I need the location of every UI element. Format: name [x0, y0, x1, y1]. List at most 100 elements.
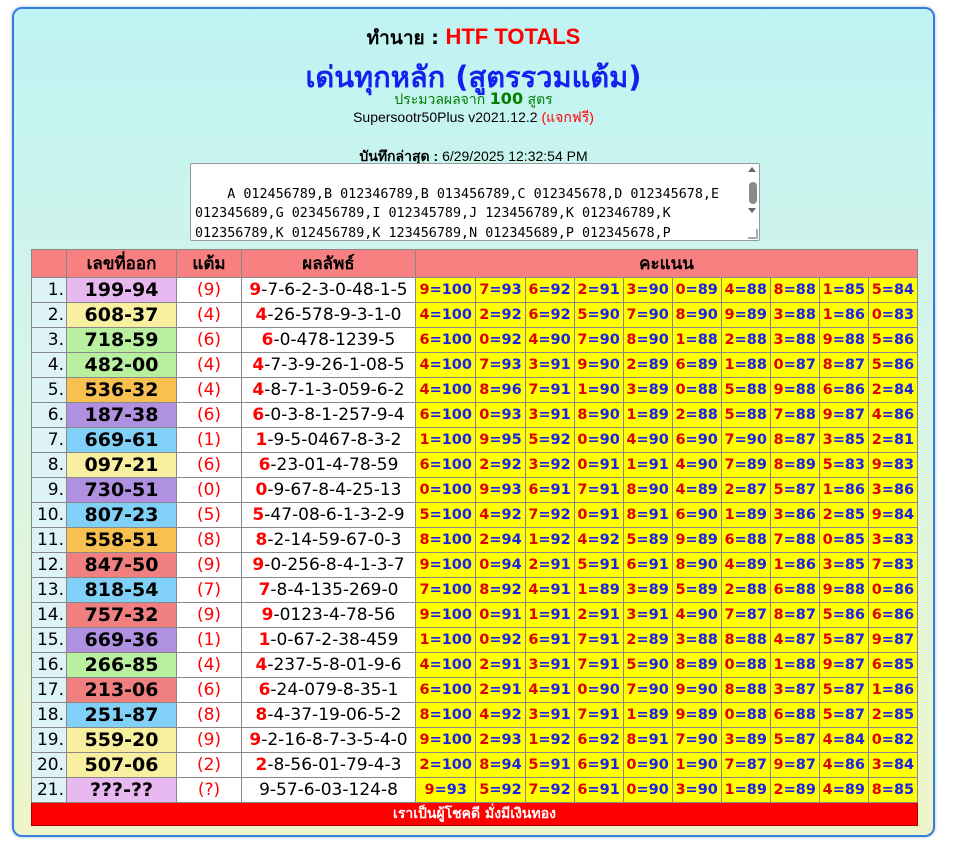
score-value: =83 [832, 457, 866, 473]
scrollbar-thumb[interactable] [749, 182, 757, 204]
score-cell: 3=86 [867, 477, 919, 503]
score-value: =92 [489, 632, 522, 648]
score-cell: 0=89 [671, 277, 722, 303]
score-cell: 6=100 [414, 452, 477, 478]
score-digit: 1 [528, 607, 539, 623]
result-sequence: 8-2-14-59-67-0-3 [241, 527, 416, 553]
score-cell: 9=93 [475, 477, 526, 503]
score-value: =90 [734, 432, 767, 448]
score-value: =89 [832, 782, 866, 798]
score-digit: 0 [871, 307, 882, 323]
score-digit: 8 [479, 582, 490, 598]
score-digit: 8 [675, 307, 686, 323]
score-value: =89 [685, 482, 718, 498]
score-cell: 6=91 [524, 627, 575, 653]
score-cell: 9=89 [671, 702, 722, 728]
score-cell: 1=90 [573, 377, 624, 403]
score-cell: 6=86 [867, 602, 919, 628]
score-value: =91 [538, 757, 571, 773]
score-value: =85 [832, 507, 866, 523]
score-value: =88 [783, 307, 816, 323]
result-sequence: 5-47-08-6-1-3-2-9 [241, 502, 416, 528]
score-digit: 9 [479, 432, 490, 448]
score-digit: 5 [528, 757, 539, 773]
score-digit: 4 [773, 632, 784, 648]
scroll-up-icon[interactable] [748, 167, 756, 172]
score-cell: 0=86 [867, 577, 919, 603]
header-result: ผลลัพธ์ [241, 249, 416, 278]
result-rest: -26-578-9-3-1-0 [267, 305, 402, 325]
score-value: =88 [734, 382, 767, 398]
score-digit: 6 [675, 507, 686, 523]
result-rest: -0-478-1239-5 [273, 330, 396, 350]
version-text: Supersootr50Plus v2021.12.2 [353, 109, 538, 125]
result-rest: -7-3-9-26-1-08-5 [264, 355, 405, 375]
score-digit: 9 [675, 707, 686, 723]
score-value: =89 [636, 407, 669, 423]
score-value: =91 [489, 607, 522, 623]
score-value: =100 [429, 632, 472, 648]
score-cell: 5=87 [818, 677, 869, 703]
score-value: =87 [881, 632, 915, 648]
score-value: =89 [685, 582, 718, 598]
result-lead-digit: 1 [258, 630, 271, 650]
score-cell: 8=87 [818, 352, 869, 378]
resize-grip-icon[interactable] [748, 229, 758, 239]
score-cell: 9=95 [475, 427, 526, 453]
brand-name: HTF TOTALS [445, 24, 581, 49]
score-cell: 7=87 [720, 752, 771, 778]
score-value: =93 [489, 732, 522, 748]
score-digit: 1 [675, 332, 686, 348]
score-cell: 0=83 [867, 302, 919, 328]
drawn-number: 558-51 [66, 527, 177, 553]
score-cell: 1=89 [720, 502, 771, 528]
score-value: =100 [429, 457, 472, 473]
score-value: =100 [429, 482, 472, 498]
score-digit: 2 [871, 432, 882, 448]
score-digit: 1 [528, 732, 539, 748]
score-value: =90 [587, 432, 620, 448]
scroll-down-icon[interactable] [748, 208, 756, 213]
score-value: =91 [587, 507, 620, 523]
score-cell: 8=87 [769, 602, 820, 628]
score-cell: 5=87 [818, 627, 869, 653]
score-digit: 3 [871, 532, 882, 548]
score-value: =88 [783, 707, 816, 723]
score-cell: 8=90 [573, 402, 624, 428]
score-value: =89 [685, 357, 718, 373]
score-digit: 7 [724, 607, 735, 623]
score-cell: 3=90 [622, 277, 673, 303]
score-digit: 7 [724, 757, 735, 773]
score-cell: 3=89 [622, 577, 673, 603]
row-index: 9. [31, 477, 67, 503]
score-cell: 7=91 [524, 377, 575, 403]
score-cell: 4=90 [671, 452, 722, 478]
result-sequence: 9-0123-4-78-56 [241, 602, 416, 628]
score-cell: 0=82 [867, 727, 919, 753]
score-digit: 7 [773, 407, 784, 423]
score-cell: 6=88 [720, 527, 771, 553]
score-digit: 8 [871, 782, 882, 798]
score-cell: 7=91 [573, 702, 624, 728]
score-digit: 8 [419, 532, 430, 548]
score-cell: 4=90 [524, 327, 575, 353]
table-row: 10. 807-23 (5) 5-47-08-6-1-3-2-9 5=100 4=92 7=… [31, 502, 919, 528]
score-cell: 6=91 [573, 752, 624, 778]
score-cell: 3=91 [524, 702, 575, 728]
drawn-number: 482-00 [66, 352, 177, 378]
score-value: =88 [783, 532, 816, 548]
score-digit: 7 [577, 632, 588, 648]
formula-log-textarea[interactable]: A 012456789,B 012346789,B 013456789,C 01… [190, 163, 760, 241]
score-value: =84 [881, 757, 915, 773]
score-value: =92 [538, 307, 571, 323]
score-cell: 0=90 [622, 752, 673, 778]
score-value: =89 [734, 457, 767, 473]
score-digit: 5 [773, 732, 784, 748]
score-value: =85 [832, 532, 866, 548]
score-cell: 6=89 [671, 352, 722, 378]
score-value: =88 [734, 282, 767, 298]
score-value: =89 [587, 582, 620, 598]
score-digit: 3 [773, 507, 784, 523]
score-cell: 6=92 [524, 302, 575, 328]
score-cell: 5=91 [573, 552, 624, 578]
